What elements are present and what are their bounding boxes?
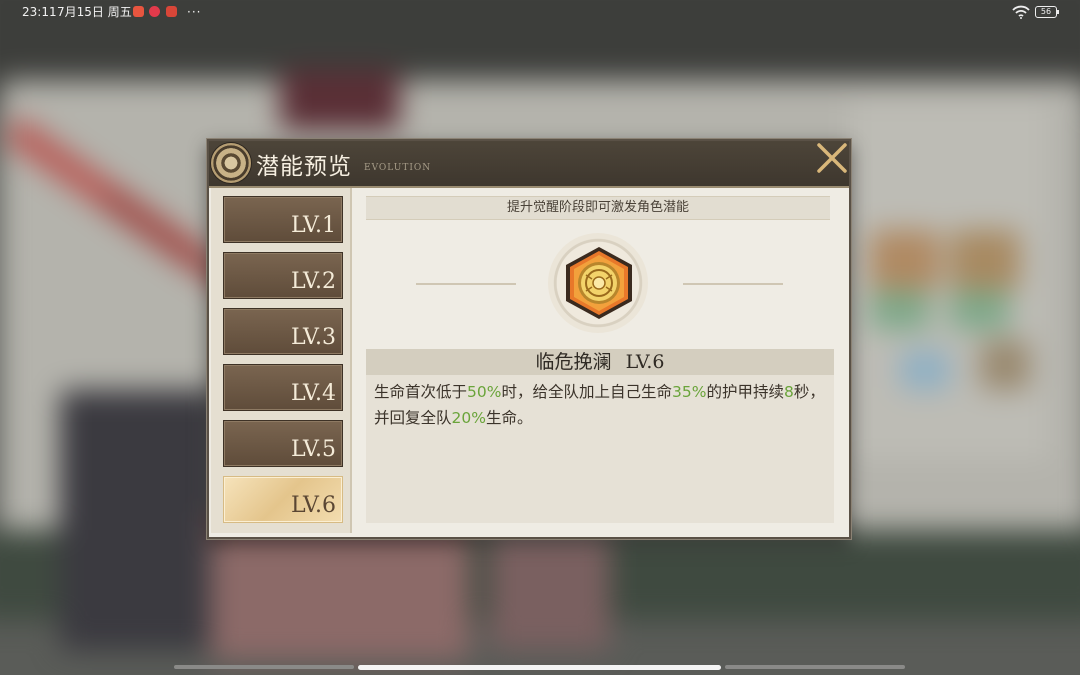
tab-lv2[interactable]: LV.2 [223, 252, 343, 299]
app-notification-icon [166, 6, 177, 17]
status-date: 7月15日 周五 [57, 5, 132, 19]
status-bar: 23:11 7月15日 周五 ··· 56 [0, 0, 1080, 24]
tab-lv5[interactable]: LV.5 [223, 420, 343, 467]
home-indicator-segment [174, 665, 354, 669]
tab-label: LV.1 [290, 213, 336, 238]
skill-description: 生命首次低于50%时，给全队加上自己生命35%的护甲持续8秒，并回复全队20%生… [374, 379, 829, 431]
level-tab-list: LV.1 LV.2 LV.3 LV.4 LV.5 LV.6 [211, 188, 352, 533]
skill-info-panel: 临危挽澜 LV.6 生命首次低于50%时，给全队加上自己生命35%的护甲持续8秒，… [366, 349, 834, 523]
dialog-title: 潜能预览 [256, 154, 352, 180]
tab-lv4[interactable]: LV.4 [223, 364, 343, 411]
emblem-icon [211, 143, 251, 183]
hint-text: 提升觉醒阶段即可激发角色潜能 [366, 196, 830, 220]
skill-detail-pane: 提升觉醒阶段即可激发角色潜能 临危挽澜 LV.6 生命首次低于50%时，给全队加上… [352, 188, 847, 533]
desc-value: 20% [451, 409, 486, 427]
app-notification-icon [149, 6, 160, 17]
skill-name: 临危挽澜 [535, 351, 612, 373]
desc-text: 时，给全队加上自己生命 [501, 383, 672, 401]
dialog-header: 潜能预览 EVOLUTION [209, 141, 849, 188]
tab-label: LV.4 [290, 381, 336, 406]
wifi-icon [1012, 5, 1030, 19]
desc-value: 35% [671, 383, 707, 401]
app-notification-icon [133, 6, 144, 17]
tab-label: LV.5 [290, 437, 336, 462]
home-indicator-segment [725, 665, 905, 669]
tab-lv3[interactable]: LV.3 [223, 308, 343, 355]
tab-label: LV.2 [290, 269, 336, 294]
more-notifications-icon: ··· [187, 5, 202, 19]
battery-icon: 56 [1035, 6, 1059, 18]
dialog-subtitle: EVOLUTION [364, 163, 432, 173]
tab-lv1[interactable]: LV.1 [223, 196, 343, 243]
desc-value: 50% [467, 383, 502, 401]
skill-title: 临危挽澜 LV.6 [366, 349, 834, 375]
status-time: 23:11 [22, 5, 57, 19]
tab-label: LV.3 [290, 325, 336, 350]
skill-level: LV.6 [625, 351, 665, 373]
divider [683, 283, 783, 285]
desc-value: 8 [783, 383, 794, 401]
home-indicator[interactable] [358, 665, 721, 670]
desc-text: 生命首次低于 [374, 383, 468, 401]
tab-label: LV.6 [290, 493, 336, 518]
tab-lv6[interactable]: LV.6 [223, 476, 343, 523]
skill-emblem-icon [566, 247, 632, 319]
desc-text: 的护甲持续 [706, 383, 784, 401]
potential-preview-dialog: 潜能预览 EVOLUTION LV.1 LV.2 LV.3 LV.4 LV.5 … [207, 139, 851, 539]
close-icon[interactable] [813, 141, 849, 177]
desc-text: 生命。 [485, 409, 533, 427]
divider [416, 283, 516, 285]
